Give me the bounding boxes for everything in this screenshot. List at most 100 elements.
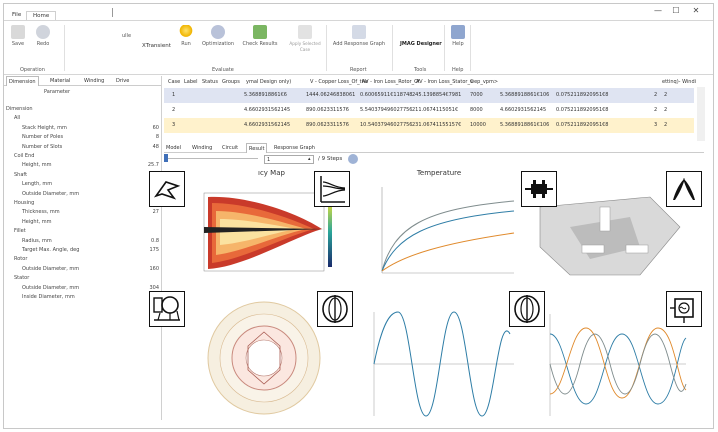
save-button[interactable]: Save (10, 25, 26, 47)
column-header[interactable]: Status (202, 77, 218, 87)
motor-assembly-icon (521, 171, 557, 207)
run-button[interactable]: Run (176, 25, 196, 47)
redo-icon (36, 25, 50, 39)
redo-button[interactable]: Redo (34, 25, 52, 47)
thermal-network-icon (149, 291, 185, 327)
tree-item[interactable]: Outside Diameter, mm (22, 285, 79, 291)
tree-item[interactable]: Dimension (6, 106, 33, 112)
column-header[interactable]: Label (184, 77, 198, 87)
column-header[interactable]: AV - Iron Loss_Rotor_Of (362, 77, 420, 87)
table-row[interactable]: 1 5.3688918861€6 1444.06246838061 0.6006591… (164, 88, 694, 103)
group-report: Report (350, 67, 367, 73)
table-cell: 0.0752118920951€8 (556, 107, 609, 113)
tree-item[interactable]: Target Max. Angle, deg (22, 247, 79, 253)
tree-item[interactable]: Number of Poles (22, 134, 63, 140)
tree-header: Parameter (44, 89, 71, 95)
step-spinner-icon[interactable]: ▴ (308, 156, 311, 162)
sine-panel (354, 304, 524, 420)
tree-item-value[interactable]: 175 (149, 247, 159, 253)
optimization-button[interactable]: Optimization (200, 25, 236, 47)
tab-model[interactable]: Model (164, 143, 183, 153)
tree-item-value[interactable]: 0.8 (151, 238, 159, 244)
tab-result[interactable]: Result (246, 143, 268, 153)
column-header[interactable]: wep_vpm> (470, 77, 498, 87)
tree-item-value[interactable]: 60 (153, 125, 159, 131)
table-cell: 211.0674115051€ (412, 107, 459, 113)
tree-item[interactable]: Radius, mm (22, 238, 52, 244)
tree-item-value[interactable]: 25.7 (148, 162, 159, 168)
tree-item[interactable]: Fillet (14, 228, 26, 234)
ribbon-separator (470, 25, 471, 71)
help-button[interactable]: Help (450, 25, 466, 47)
tab-drive[interactable]: Drive (114, 76, 131, 86)
tab-circuit[interactable]: Circuit (220, 143, 240, 153)
group-tools: Tools (414, 67, 427, 73)
tree-item[interactable]: All (14, 115, 20, 121)
table-cell: 231.06741155157€ (412, 122, 462, 128)
tree-item[interactable]: Thickness, mm (22, 209, 60, 215)
tab-material[interactable]: Material (48, 76, 72, 86)
column-header[interactable]: Groups (222, 77, 240, 87)
fold-shape-icon (149, 171, 185, 207)
menu-file[interactable]: File (6, 11, 27, 20)
tree-item[interactable]: Housing (14, 200, 34, 206)
tree-item[interactable]: Shaft (14, 172, 27, 178)
ribbon-separator (444, 25, 445, 71)
tree-item[interactable]: Stator (14, 275, 29, 281)
tab-winding-view[interactable]: Winding (190, 143, 214, 153)
group-help: Help (452, 67, 464, 73)
app-window: File Home — ☐ ✕ Save Redo Operation ulle… (3, 3, 714, 429)
tree-item[interactable]: Outside Diameter, mm (22, 191, 79, 197)
table-row[interactable]: 2 4.6602931562145 890.0623311576 5.54037949… (164, 103, 694, 118)
tree-item[interactable]: Coil End (14, 153, 34, 159)
tree-item[interactable]: Rotor (14, 256, 27, 262)
step-input[interactable]: 1 (264, 155, 314, 164)
tab-dimension[interactable]: Dimension (6, 76, 39, 86)
table-scrollbar[interactable] (697, 87, 705, 141)
table-row[interactable]: 3 4.6602931562145 890.0623311576 10.5403794… (164, 118, 694, 133)
add-response-graph-button[interactable]: Add Response Graph (330, 25, 388, 47)
tab-winding[interactable]: Winding (82, 76, 106, 86)
parameter-panel: Dimension Material Winding Drive Paramet… (4, 76, 162, 420)
minimize-button[interactable]: — (652, 6, 664, 16)
tree-item-value[interactable]: 27 (153, 209, 159, 215)
table-cell: 890.0623311576 (306, 122, 349, 128)
table-cell: 1444.06246838061 (306, 92, 356, 98)
table-cell: 890.0623311576 (306, 107, 349, 113)
tree-item-value[interactable]: 8 (156, 134, 159, 140)
step-slider-track[interactable] (168, 158, 258, 159)
tree-item-value[interactable]: 160 (149, 266, 159, 272)
title-cursor (112, 8, 113, 17)
table-cell: 1 (172, 92, 176, 98)
refresh-icon[interactable] (348, 154, 358, 164)
lightbulb-icon (179, 25, 193, 39)
tab-response-graph[interactable]: Response Graph (272, 143, 317, 153)
tree-item[interactable]: Outside Diameter, mm (22, 266, 79, 272)
menu-home[interactable]: Home (26, 11, 57, 20)
tree-item-value[interactable]: 304 (149, 285, 159, 291)
close-button[interactable]: ✕ (690, 6, 702, 16)
parameter-tabs: Dimension Material Winding Drive (4, 76, 161, 86)
tree-item[interactable]: Number of Slots (22, 144, 62, 150)
tree-item[interactable]: Stack Height, mm (22, 125, 67, 131)
model-type-label: ХTransient (142, 43, 171, 49)
save-icon (11, 25, 25, 39)
table-cell: 0.0752118920951€8 (556, 92, 609, 98)
jmag-button[interactable]: JMAG Designer (400, 41, 442, 47)
maximize-button[interactable]: ☐ (670, 6, 682, 16)
tree-item[interactable]: Length, mm (22, 181, 52, 187)
tree-item[interactable]: Inside Diameter, mm (22, 294, 75, 300)
column-header[interactable]: ettinq)- Windi (662, 77, 696, 87)
check-results-button[interactable]: Check Results (240, 25, 280, 47)
tree-item[interactable]: Height, mm (22, 162, 51, 168)
column-header[interactable]: Case (168, 77, 180, 87)
ribbon-separator (326, 25, 327, 71)
column-header[interactable]: ymal Design only) (246, 77, 291, 87)
column-header[interactable]: V - Copper Loss_Of_the (310, 77, 368, 87)
column-header[interactable]: AV - Iron Loss_Stator_C (416, 77, 473, 87)
view-tabs: Model Winding Circuit Result Response Gr… (164, 142, 704, 153)
help-icon (451, 25, 465, 39)
tree-item-value[interactable]: 48 (153, 144, 159, 150)
apply-selected-case-button[interactable]: Apply Selected Case (288, 25, 322, 53)
tree-item[interactable]: Height, mm (22, 219, 51, 225)
